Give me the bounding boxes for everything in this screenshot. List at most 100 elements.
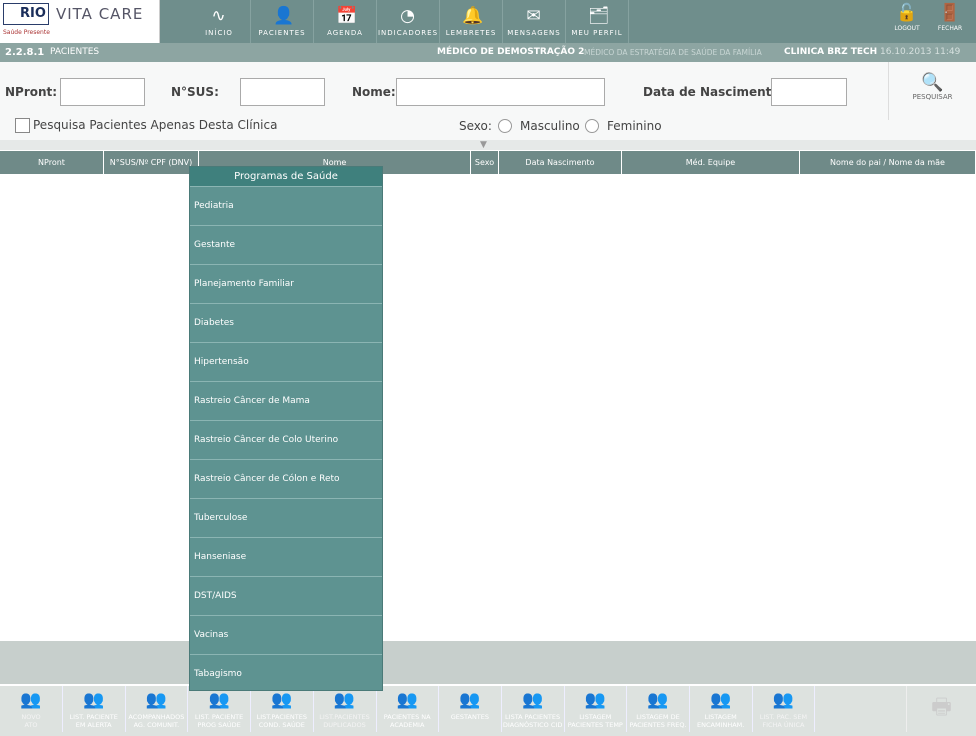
menu-item[interactable]: Hipertensão (190, 342, 382, 381)
toolbar-button[interactable]: 👥 LISTAGEM DE PACIENTES FREQ. (627, 686, 690, 732)
toolbar-button[interactable]: 👥 LIST. PAC. SEM FICHA ÚNICA (752, 686, 816, 732)
nome-label: Nome: (352, 85, 396, 99)
nav-indicadores[interactable]: ◔ INDICADORES (377, 0, 440, 43)
toolbar-button[interactable]: 👥 GESTANTES (439, 686, 502, 732)
list-icon: 👥 (522, 690, 544, 710)
masculino-label: Masculino (520, 119, 580, 133)
list-icon: 👥 (710, 690, 732, 710)
list-icon: 👥 (396, 690, 418, 710)
nav-pacientes[interactable]: 👤 PACIENTES (251, 0, 314, 43)
sexo-label: Sexo: (459, 119, 492, 133)
menu-item[interactable]: Rastreio Câncer de Colo Uterino (190, 420, 382, 459)
triangle-down-icon[interactable]: ▼ (480, 140, 487, 150)
nsus-input[interactable] (240, 78, 325, 106)
toolbar-label: PACIENTES NA (383, 713, 431, 721)
toolbar-label: COND. SAÚDE (258, 721, 305, 729)
menu-item[interactable]: Rastreio Câncer de Mama (190, 381, 382, 420)
toolbar-label: LIST.PACIENTES (319, 713, 370, 721)
toolbar-button[interactable]: 👥 NOVO ATO (0, 686, 63, 732)
toolbar-label: LIST. PACIENTE (69, 713, 118, 721)
clinic-only-label: Pesquisa Pacientes Apenas Desta Clínica (33, 118, 278, 132)
print-button[interactable]: 🖶 (906, 686, 976, 732)
nav-agenda[interactable]: 📅 AGENDA (314, 0, 377, 43)
toolbar-button[interactable]: 👥 LISTAGEM ENCAMINHAM. (690, 686, 753, 732)
nav-início[interactable]: ∿ INÍCIO (188, 0, 251, 43)
toolbar-label: LISTAGEM (579, 713, 612, 721)
nav-meu-perfil[interactable]: 🗂 MEU PERFIL (566, 0, 629, 43)
search-button[interactable]: 🔍 PESQUISAR (888, 62, 976, 120)
search-button-label: PESQUISAR (912, 93, 953, 101)
toolbar-label: PACIENTES FREQ. (629, 721, 687, 729)
menu-item[interactable]: Planejamento Familiar (190, 264, 382, 303)
toolbar-label: DUPLICADOS (323, 721, 366, 729)
logout-label: LOGOUT (894, 25, 920, 32)
toolbar-label: LIST. PAC. SEM (759, 713, 808, 721)
profile-icon: 🗂 (588, 6, 611, 26)
nasc-input[interactable] (771, 78, 847, 106)
list-icon: 👥 (83, 690, 105, 710)
top-bar: RIO VITA CARE Saúde Presente ∿ INÍCIO 👤 PAC… (0, 0, 976, 43)
column-header[interactable]: Data Nascimento (499, 151, 622, 174)
column-header[interactable]: N°SUS/Nº CPF (DNV) (104, 151, 199, 174)
bottom-toolbar: 👥 NOVO ATO 👥 LIST. PACIENTE EM ALERTA 👥 ACOMPAN… (0, 684, 976, 736)
collapse-strip[interactable]: ▼ (0, 140, 976, 150)
nav-label: MEU PERFIL (571, 29, 623, 37)
menu-item[interactable]: Gestante (190, 225, 382, 264)
close-button[interactable]: 🚪 FECHAR (930, 0, 970, 32)
menu-item[interactable]: Tabagismo (190, 654, 382, 693)
menu-item[interactable]: Rastreio Câncer de Cólon e Reto (190, 459, 382, 498)
nav-lembretes[interactable]: 🔔 LEMBRETES (440, 0, 503, 43)
column-header[interactable]: Nome do pai / Nome da mãe (800, 151, 976, 174)
feminino-radio[interactable] (585, 119, 599, 133)
column-header[interactable]: NPront (0, 151, 104, 174)
clinic-only-checkbox[interactable] (15, 118, 30, 133)
menu-item[interactable]: DST/AIDS (190, 576, 382, 615)
toolbar-label: DIAGNÓSTICO CID (502, 721, 563, 729)
npront-input[interactable] (60, 78, 145, 106)
column-header[interactable]: Sexo (471, 151, 499, 174)
toolbar-label: LISTAGEM DE (636, 713, 680, 721)
feminino-label: Feminino (607, 119, 662, 133)
menu-item[interactable]: Pediatria (190, 186, 382, 225)
close-label: FECHAR (937, 25, 963, 32)
saude-presente-logo: Saúde Presente (3, 29, 50, 36)
toolbar-button[interactable]: 👥 LISTAGEM PACIENTES TEMP (564, 686, 628, 732)
footer-band (0, 641, 976, 684)
vitacare-logo: VITA CARE (56, 5, 144, 23)
toolbar-button[interactable]: 👥 LIST. PACIENTE EM ALERTA (63, 686, 126, 732)
menu-item[interactable]: Vacinas (190, 615, 382, 654)
screen-title: PACIENTES (50, 47, 100, 57)
menu-item[interactable]: Hanseniase (190, 537, 382, 576)
clinic-name: CLINICA BRZ TECH (784, 47, 878, 57)
toolbar-label: LISTAGEM (704, 713, 737, 721)
toolbar-button[interactable]: 👥 LISTA PACIENTES DIAGNÓSTICO CID (502, 686, 565, 732)
doctor-role: MÉDICO DA ESTRATÉGIA DE SAÚDE DA FAMÍLIA (584, 48, 762, 57)
masculino-radio[interactable] (498, 119, 512, 133)
logo: RIO VITA CARE Saúde Presente (0, 0, 160, 43)
toolbar-label: ATO (24, 721, 38, 729)
nome-input[interactable] (396, 78, 605, 106)
menu-item[interactable]: Tuberculose (190, 498, 382, 537)
toolbar-label: LISTA PACIENTES (505, 713, 561, 721)
nav-label: INDICADORES (377, 29, 439, 37)
pulse-icon: ∿ (211, 6, 227, 26)
list-icon: 👥 (145, 690, 167, 710)
nav-label: AGENDA (327, 29, 363, 37)
nsus-label: N°SUS: (171, 85, 219, 99)
npront-label: NPront: (5, 85, 58, 99)
toolbar-label: ENCAMINHAM. (697, 721, 745, 729)
list-icon: 👥 (459, 690, 481, 710)
menu-item[interactable]: Diabetes (190, 303, 382, 342)
nav-mensagens[interactable]: ✉ MENSAGENS (503, 0, 566, 43)
toolbar-label: GESTANTES (450, 713, 490, 721)
nav-label: INÍCIO (205, 29, 233, 37)
chart-icon: ◔ (400, 6, 416, 26)
toolbar-label: PROG SAÚDE (197, 721, 241, 729)
logout-button[interactable]: 🔓 LOGOUT (887, 0, 927, 32)
column-header[interactable]: Méd. Equipe (622, 151, 800, 174)
toolbar-button[interactable]: 👥 ACOMPANHADOS AG. COMUNIT. (125, 686, 189, 732)
magnifier-icon: 🔍 (921, 72, 944, 93)
toolbar-label: ACADEMIA (389, 721, 425, 729)
list-icon: 👥 (20, 690, 42, 710)
toolbar-button[interactable]: 👥 PACIENTES NA ACADEMIA (376, 686, 440, 732)
